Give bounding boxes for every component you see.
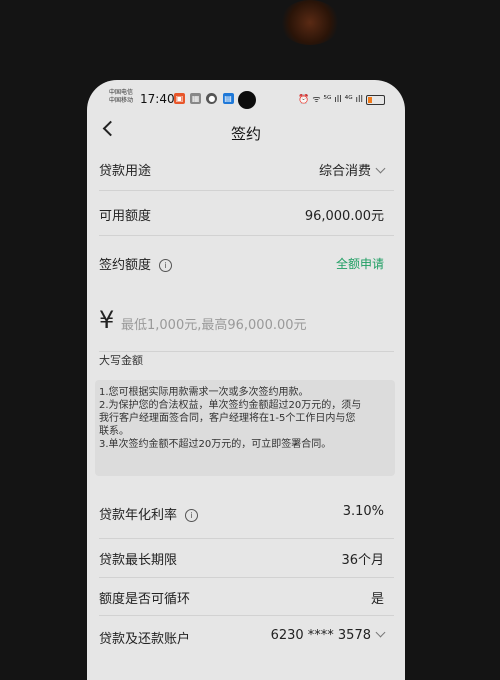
revolving-label: 额度是否可循环 bbox=[99, 592, 191, 607]
notification-icons: ▣ ▦ ● ▤ bbox=[174, 93, 236, 104]
page-title: 签约 bbox=[230, 125, 261, 143]
signal-status: ⏰ ᯤ ⁵ᴳ ıll ⁴ᴳ ıll bbox=[298, 95, 363, 105]
annual-rate-value: 3.10% bbox=[342, 504, 384, 519]
amount-placeholder: 最低1,000元,最高96,000.00元 bbox=[121, 318, 307, 333]
loan-purpose-value[interactable]: 综合消费 bbox=[318, 160, 386, 179]
info-icon[interactable]: i bbox=[185, 509, 199, 522]
note-line: 3.单次签约金额不超过20万元的，可立即签署合同。 bbox=[99, 439, 332, 450]
account-label: 贷款及还款账户 bbox=[99, 632, 191, 647]
annual-rate-label: 贷款年化利率 bbox=[99, 508, 178, 523]
account-row[interactable]: 贷款及还款账户 6230 **** 3578 bbox=[99, 618, 394, 658]
available-amount-row: 可用额度 96,000.00元 bbox=[99, 193, 394, 236]
status-time: 17:40 bbox=[140, 92, 175, 106]
note-line: 我行客户经理面签合同，客户经理将在1-5个工作日内与您 bbox=[99, 413, 356, 424]
loan-purpose-row[interactable]: 贷款用途 综合消费 bbox=[99, 150, 394, 191]
revolving-row: 额度是否可循环 是 bbox=[99, 579, 394, 616]
loan-purpose-text: 综合消费 bbox=[318, 164, 371, 179]
available-amount-label: 可用额度 bbox=[99, 209, 152, 224]
status-icons: ⏰ ᯤ ⁵ᴳ ıll ⁴ᴳ ıll bbox=[298, 92, 385, 105]
account-number: 6230 **** 3578 bbox=[270, 628, 371, 643]
max-term-value: 36个月 bbox=[341, 553, 384, 568]
sign-amount-label-wrap: 签约额度 i bbox=[99, 254, 173, 273]
currency-symbol: ¥ bbox=[99, 306, 115, 334]
app-notification-icon: ▤ bbox=[222, 93, 234, 104]
annual-rate-row: 贷款年化利率 i 3.10% bbox=[99, 488, 394, 539]
carrier-1: 中国电信 bbox=[109, 89, 134, 96]
revolving-value: 是 bbox=[370, 592, 384, 607]
carrier-labels: 中国电信 中国移动 bbox=[109, 89, 133, 105]
note-line: 1.您可根据实际用款需求一次或多次签约用款。 bbox=[99, 387, 309, 398]
loan-purpose-label: 贷款用途 bbox=[99, 164, 152, 179]
sign-amount-input[interactable]: ¥ 最低1,000元,最高96,000.00元 bbox=[99, 293, 394, 352]
notes-box: 1.您可根据实际用款需求一次或多次签约用款。 2.为保护您的合法权益，单次签约金… bbox=[95, 380, 395, 476]
phone-screen: 中国电信 中国移动 17:40 ▣ ▦ ● ▤ ⏰ ᯤ ⁵ᴳ ıll ⁴ᴳ ıl… bbox=[87, 80, 405, 680]
annual-rate-label-wrap: 贷款年化利率 i bbox=[99, 504, 199, 523]
sign-amount-row: 签约额度 i 全额申请 bbox=[99, 240, 394, 285]
account-value[interactable]: 6230 **** 3578 bbox=[270, 627, 386, 643]
status-bar: 中国电信 中国移动 17:40 ▣ ▦ ● ▤ ⏰ ᯤ ⁵ᴳ ıll ⁴ᴳ ıl… bbox=[87, 80, 405, 114]
nav-header: 签约 bbox=[87, 114, 405, 148]
available-amount-value: 96,000.00元 bbox=[304, 209, 384, 224]
carrier-2: 中国移动 bbox=[109, 97, 134, 104]
info-icon[interactable]: i bbox=[159, 259, 173, 272]
app-notification-icon: ▦ bbox=[190, 93, 202, 104]
note-line: 2.为保护您的合法权益，单次签约金额超过20万元的，须与 bbox=[99, 400, 362, 411]
max-term-label: 贷款最长期限 bbox=[99, 553, 178, 568]
front-camera bbox=[238, 91, 256, 109]
chevron-down-icon bbox=[375, 627, 386, 638]
battery-icon bbox=[366, 94, 385, 105]
app-notification-icon: ▣ bbox=[174, 93, 185, 104]
background-glow bbox=[280, 0, 340, 45]
chat-icon: ● bbox=[206, 93, 218, 104]
max-term-row: 贷款最长期限 36个月 bbox=[99, 540, 394, 578]
full-amount-apply-link[interactable]: 全额申请 bbox=[336, 255, 384, 272]
chevron-down-icon bbox=[375, 163, 386, 174]
uppercase-amount-label: 大写金额 bbox=[99, 354, 143, 367]
note-line: 联系。 bbox=[99, 426, 129, 437]
sign-amount-label: 签约额度 bbox=[99, 258, 152, 273]
